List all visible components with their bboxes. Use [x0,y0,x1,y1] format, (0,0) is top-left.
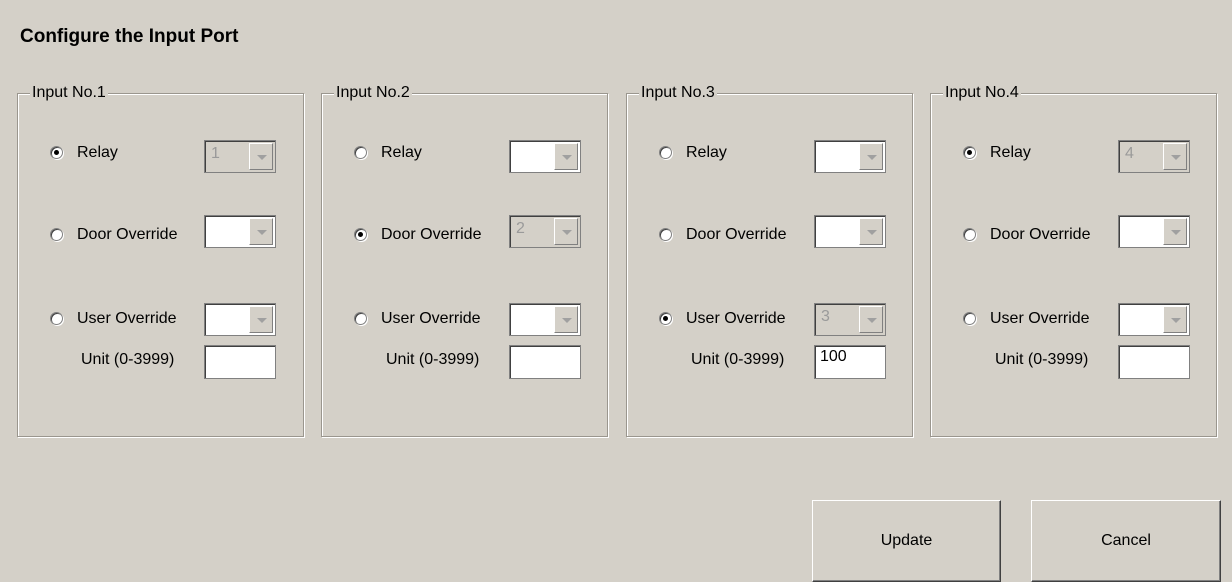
relay-radio[interactable] [659,146,672,159]
door-override-radio[interactable] [50,228,63,241]
chevron-down-icon[interactable] [249,143,273,170]
door-override-select[interactable] [1118,215,1190,248]
unit-label: Unit (0-3999) [995,351,1089,368]
input-group-4: Input No.4 Relay 4 Door Override User Ov… [930,81,1217,437]
relay-label: Relay [686,144,727,161]
dialog-title: Configure the Input Port [20,26,239,47]
user-override-label: User Override [686,310,786,327]
input-group-1: Input No.1 Relay 1 Door Override User Ov… [17,81,304,437]
input-group-2: Input No.2 Relay Door Override 2 User Ov… [321,81,608,437]
door-override-radio[interactable] [963,228,976,241]
relay-radio[interactable] [50,146,63,159]
chevron-down-icon[interactable] [249,218,273,245]
cancel-button[interactable]: Cancel [1031,500,1221,582]
chevron-down-icon[interactable] [249,306,273,333]
user-override-radio[interactable] [659,312,672,325]
unit-label: Unit (0-3999) [386,351,480,368]
relay-select-value: 4 [1125,145,1134,162]
relay-select[interactable]: 4 [1118,140,1190,173]
door-override-select[interactable]: 2 [509,215,581,248]
door-select-value: 2 [516,220,525,237]
unit-input[interactable] [509,345,581,379]
chevron-down-icon[interactable] [1163,143,1187,170]
door-override-label: Door Override [77,226,178,243]
relay-select[interactable]: 1 [204,140,276,173]
relay-radio[interactable] [354,146,367,159]
unit-label: Unit (0-3999) [691,351,785,368]
chevron-down-icon[interactable] [859,143,883,170]
chevron-down-icon[interactable] [554,218,578,245]
user-override-select[interactable] [204,303,276,336]
user-override-radio[interactable] [50,312,63,325]
unit-input[interactable] [1118,345,1190,379]
door-override-label: Door Override [686,226,787,243]
group-legend: Input No.1 [30,81,108,105]
relay-select[interactable] [509,140,581,173]
group-legend: Input No.4 [943,81,1021,105]
user-override-radio[interactable] [963,312,976,325]
user-select-value: 3 [821,308,830,325]
chevron-down-icon[interactable] [1163,218,1187,245]
unit-input[interactable] [204,345,276,379]
unit-label: Unit (0-3999) [81,351,175,368]
relay-radio[interactable] [963,146,976,159]
door-override-radio[interactable] [659,228,672,241]
relay-select[interactable] [814,140,886,173]
input-group-3: Input No.3 Relay Door Override User Over… [626,81,913,437]
user-override-radio[interactable] [354,312,367,325]
door-override-label: Door Override [381,226,482,243]
user-override-label: User Override [381,310,481,327]
door-override-label: Door Override [990,226,1091,243]
user-override-label: User Override [77,310,177,327]
chevron-down-icon[interactable] [859,218,883,245]
door-override-select[interactable] [204,215,276,248]
update-button[interactable]: Update [812,500,1001,582]
group-legend: Input No.3 [639,81,717,105]
relay-select-value: 1 [211,145,220,162]
user-override-select[interactable]: 3 [814,303,886,336]
chevron-down-icon[interactable] [859,306,883,333]
door-override-radio[interactable] [354,228,367,241]
chevron-down-icon[interactable] [1163,306,1187,333]
relay-label: Relay [990,144,1031,161]
door-override-select[interactable] [814,215,886,248]
user-override-select[interactable] [509,303,581,336]
relay-label: Relay [381,144,422,161]
chevron-down-icon[interactable] [554,306,578,333]
group-legend: Input No.2 [334,81,412,105]
unit-input-value: 100 [820,348,847,365]
relay-label: Relay [77,144,118,161]
chevron-down-icon[interactable] [554,143,578,170]
user-override-select[interactable] [1118,303,1190,336]
user-override-label: User Override [990,310,1090,327]
unit-input[interactable]: 100 [814,345,886,379]
